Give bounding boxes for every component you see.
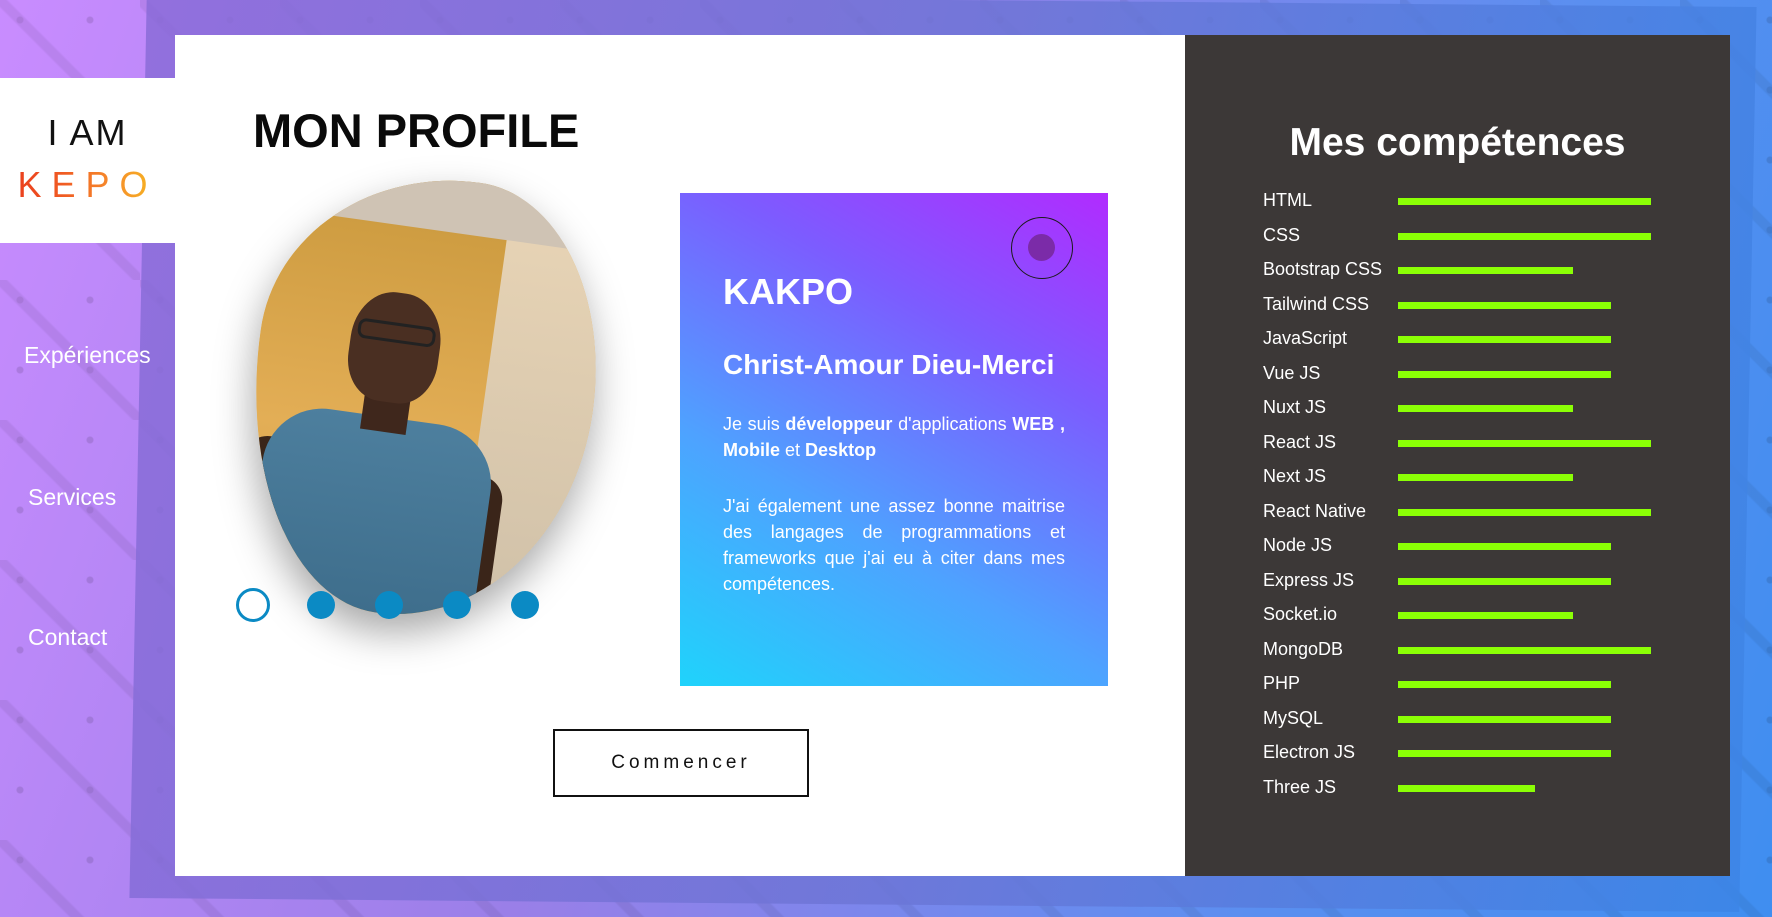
skill-name: Next JS: [1263, 466, 1327, 486]
skill-level-bar: [1398, 577, 1611, 585]
skill-name: MongoDB: [1263, 638, 1344, 659]
carousel-dot[interactable]: [375, 591, 403, 619]
profile-card: MON PROFILE Commencer KAKPO Christ-Amour…: [175, 35, 1730, 876]
skill-name: CSS: [1263, 224, 1301, 245]
skill-row: MySQL: [1263, 703, 1683, 738]
skill-name: Express JS: [1263, 569, 1355, 590]
circle-icon: [1011, 217, 1073, 279]
logo-top-text: I AM: [47, 112, 128, 153]
skill-name: Three JS: [1263, 776, 1337, 797]
logo[interactable]: I AM KEPO: [0, 78, 175, 243]
skill-level-bar: [1398, 508, 1651, 516]
skill-name: React JS: [1263, 431, 1337, 452]
carousel-dot[interactable]: [443, 591, 471, 619]
skills-paragraph: J'ai également une assez bonne maitrise …: [723, 496, 1065, 594]
skill-name: Nuxt JS: [1263, 397, 1327, 417]
skill-row: Express JS: [1263, 565, 1683, 600]
skill-level-bar: [1398, 543, 1611, 550]
skill-row: Tailwind CSS: [1263, 289, 1683, 324]
skill-name: Socket.io: [1263, 604, 1338, 624]
skill-row: MongoDB: [1263, 634, 1683, 669]
skill-name: JavaScript: [1263, 328, 1348, 348]
skill-level-bar: [1398, 301, 1611, 309]
skill-level-bar: [1398, 784, 1535, 792]
skill-level-bar: [1398, 474, 1573, 481]
skill-level-bar: [1398, 612, 1573, 619]
skill-row: React JS: [1263, 427, 1683, 462]
start-button[interactable]: Commencer: [553, 729, 809, 797]
nav-services[interactable]: Services: [28, 484, 116, 511]
skill-row: Vue JS: [1263, 358, 1683, 393]
skill-level-bar: [1398, 715, 1611, 723]
intro-paragraph: Je suis développeur d'applications WEB ,…: [723, 414, 1065, 460]
nav-contact[interactable]: Contact: [28, 624, 107, 651]
skill-row: HTML: [1263, 185, 1683, 220]
skill-row: CSS: [1263, 220, 1683, 255]
skill-level-bar: [1398, 439, 1651, 447]
skill-name: MySQL: [1263, 707, 1324, 728]
skill-row: Nuxt JS: [1263, 392, 1683, 427]
skill-name: Tailwind CSS: [1263, 293, 1370, 314]
skill-name: Vue JS: [1263, 362, 1321, 383]
skills-title: Mes compétences: [1289, 121, 1626, 164]
skill-name: HTML: [1263, 190, 1312, 210]
skill-name: Node JS: [1263, 535, 1333, 555]
carousel-dot[interactable]: [511, 591, 539, 619]
skill-level-bar: [1398, 198, 1651, 205]
carousel-dot[interactable]: [236, 588, 270, 622]
skill-level-bar: [1398, 405, 1573, 412]
skill-level-bar: [1398, 646, 1651, 654]
skill-row: React Native: [1263, 496, 1683, 531]
skill-row: Bootstrap CSS: [1263, 254, 1683, 289]
skill-name: React Native: [1263, 500, 1367, 521]
skill-level-bar: [1398, 336, 1611, 343]
skill-name: Electron JS: [1263, 742, 1356, 762]
carousel-dot[interactable]: [307, 591, 335, 619]
skill-level-bar: [1398, 370, 1611, 378]
skill-level-bar: [1398, 267, 1573, 274]
skill-name: Bootstrap CSS: [1263, 259, 1383, 279]
nav-experiences[interactable]: Expériences: [24, 342, 151, 369]
skill-name: PHP: [1263, 673, 1301, 693]
info-card: KAKPO Christ-Amour Dieu-Merci Je suis dé…: [680, 193, 1108, 686]
skills-panel: Mes compétences HTML CSS Bootstrap CSS Tail…: [1185, 35, 1730, 876]
skill-level-bar: [1398, 750, 1611, 757]
skill-level-bar: [1398, 681, 1611, 688]
skill-row: PHP: [1263, 668, 1683, 703]
full-name: Christ-Amour Dieu-Merci: [723, 349, 1055, 380]
skills-list: HTML CSS Bootstrap CSS Tailwind CSS JavaScri…: [1263, 185, 1683, 806]
skill-row: Node JS: [1263, 530, 1683, 565]
skill-row: Electron JS: [1263, 737, 1683, 772]
skill-row: Three JS: [1263, 772, 1683, 807]
page-title: MON PROFILE: [253, 104, 580, 157]
skill-row: Next JS: [1263, 461, 1683, 496]
logo-bottom-text: KEPO: [0, 164, 175, 206]
skill-row: JavaScript: [1263, 323, 1683, 358]
profile-photo: [224, 155, 622, 639]
skill-level-bar: [1398, 232, 1651, 240]
skill-row: Socket.io: [1263, 599, 1683, 634]
nickname: KAKPO: [723, 271, 854, 312]
